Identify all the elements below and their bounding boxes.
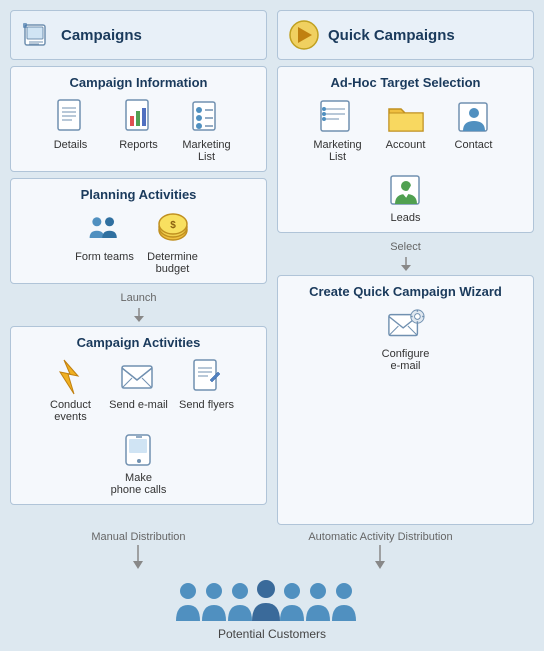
campaigns-icon bbox=[21, 19, 53, 51]
main-container: Campaigns Campaign Information bbox=[0, 0, 544, 651]
campaigns-header: Campaigns bbox=[10, 10, 267, 60]
send-email-item[interactable]: Send e-mail bbox=[109, 358, 169, 423]
planning-title: Planning Activities bbox=[19, 187, 258, 202]
quick-campaigns-column: Quick Campaigns Ad-Hoc Target Selection bbox=[277, 10, 534, 525]
svg-text:$: $ bbox=[170, 220, 176, 231]
campaign-info-title: Campaign Information bbox=[19, 75, 258, 90]
send-email-icon bbox=[120, 358, 158, 396]
campaign-activities-box: Campaign Activities Conduct events bbox=[10, 326, 267, 505]
campaign-info-grid: Details Reports bbox=[19, 98, 258, 163]
customers-area: Potential Customers bbox=[172, 573, 372, 641]
quick-campaigns-header: Quick Campaigns bbox=[277, 10, 534, 60]
manual-distribution-group: Manual Distribution bbox=[91, 531, 185, 569]
campaign-activities-title: Campaign Activities bbox=[19, 335, 258, 350]
bottom-arrows: Manual Distribution Automatic Activity D… bbox=[10, 531, 534, 569]
wizard-grid: Configure e-mail bbox=[286, 307, 525, 372]
adhoc-marketing-list-label: Marketing List bbox=[308, 139, 368, 163]
adhoc-grid: Marketing List Account bbox=[286, 98, 525, 224]
configure-email-icon bbox=[387, 307, 425, 345]
send-flyers-label: Send flyers bbox=[179, 399, 234, 411]
planning-box: Planning Activities bbox=[10, 178, 267, 284]
details-label: Details bbox=[54, 139, 88, 151]
account-item[interactable]: Account bbox=[376, 98, 436, 163]
configure-email-item[interactable]: Configure e-mail bbox=[376, 307, 436, 372]
form-teams-icon bbox=[86, 210, 124, 248]
campaign-activities-grid: Conduct events Send e-mail bbox=[19, 358, 258, 496]
account-label: Account bbox=[386, 139, 426, 151]
determine-budget-label: Determine budget bbox=[143, 251, 203, 275]
wizard-title: Create Quick Campaign Wizard bbox=[286, 284, 525, 299]
customers-icons bbox=[172, 573, 372, 625]
adhoc-marketing-list-icon bbox=[319, 98, 357, 136]
make-calls-label: Make phone calls bbox=[109, 472, 169, 496]
make-calls-item[interactable]: Make phone calls bbox=[109, 431, 169, 496]
configure-email-label: Configure e-mail bbox=[376, 348, 436, 372]
details-item[interactable]: Details bbox=[41, 98, 101, 163]
customers-label: Potential Customers bbox=[218, 627, 326, 641]
campaigns-column: Campaigns Campaign Information bbox=[10, 10, 267, 525]
send-flyers-icon bbox=[188, 358, 226, 396]
leads-icon bbox=[387, 171, 425, 209]
determine-budget-item[interactable]: $ Determine budget bbox=[143, 210, 203, 275]
marketing-list-icon bbox=[188, 98, 226, 136]
send-flyers-item[interactable]: Send flyers bbox=[177, 358, 237, 423]
account-icon bbox=[387, 98, 425, 136]
quick-campaigns-icon bbox=[288, 19, 320, 51]
marketing-list-label: Marketing List bbox=[177, 139, 237, 163]
contact-item[interactable]: Contact bbox=[444, 98, 504, 163]
conduct-events-label: Conduct events bbox=[41, 399, 101, 423]
conduct-events-icon bbox=[52, 358, 90, 396]
wizard-box: Create Quick Campaign Wizard bbox=[277, 275, 534, 525]
conduct-events-item[interactable]: Conduct events bbox=[41, 358, 101, 423]
select-arrow bbox=[277, 257, 534, 271]
adhoc-marketing-list-item[interactable]: Marketing List bbox=[308, 98, 368, 163]
bottom-section: Manual Distribution Automatic Activity D… bbox=[10, 531, 534, 641]
planning-grid: Form teams $ Determine budget bbox=[19, 210, 258, 275]
select-arrow-label: Select bbox=[277, 239, 534, 255]
reports-icon bbox=[120, 98, 158, 136]
launch-arrow bbox=[10, 308, 267, 322]
automatic-distribution-label: Automatic Activity Distribution bbox=[308, 531, 452, 543]
campaign-info-box: Campaign Information bbox=[10, 66, 267, 172]
contact-label: Contact bbox=[455, 139, 493, 151]
send-email-label: Send e-mail bbox=[109, 399, 168, 411]
adhoc-title: Ad-Hoc Target Selection bbox=[286, 75, 525, 90]
automatic-distribution-group: Automatic Activity Distribution bbox=[308, 531, 452, 569]
determine-budget-icon: $ bbox=[154, 210, 192, 248]
campaigns-title: Campaigns bbox=[61, 27, 142, 44]
leads-item[interactable]: Leads bbox=[376, 171, 436, 224]
reports-label: Reports bbox=[119, 139, 158, 151]
marketing-list-item[interactable]: Marketing List bbox=[177, 98, 237, 163]
launch-arrow-label: Launch bbox=[10, 290, 267, 306]
details-icon bbox=[52, 98, 90, 136]
manual-distribution-label: Manual Distribution bbox=[91, 531, 185, 543]
leads-label: Leads bbox=[391, 212, 421, 224]
form-teams-label: Form teams bbox=[75, 251, 134, 263]
reports-item[interactable]: Reports bbox=[109, 98, 169, 163]
top-section: Campaigns Campaign Information bbox=[10, 10, 534, 525]
adhoc-box: Ad-Hoc Target Selection bbox=[277, 66, 534, 233]
quick-campaigns-title: Quick Campaigns bbox=[328, 27, 455, 44]
contact-icon bbox=[455, 98, 493, 136]
make-calls-icon bbox=[120, 431, 158, 469]
form-teams-item[interactable]: Form teams bbox=[75, 210, 135, 275]
